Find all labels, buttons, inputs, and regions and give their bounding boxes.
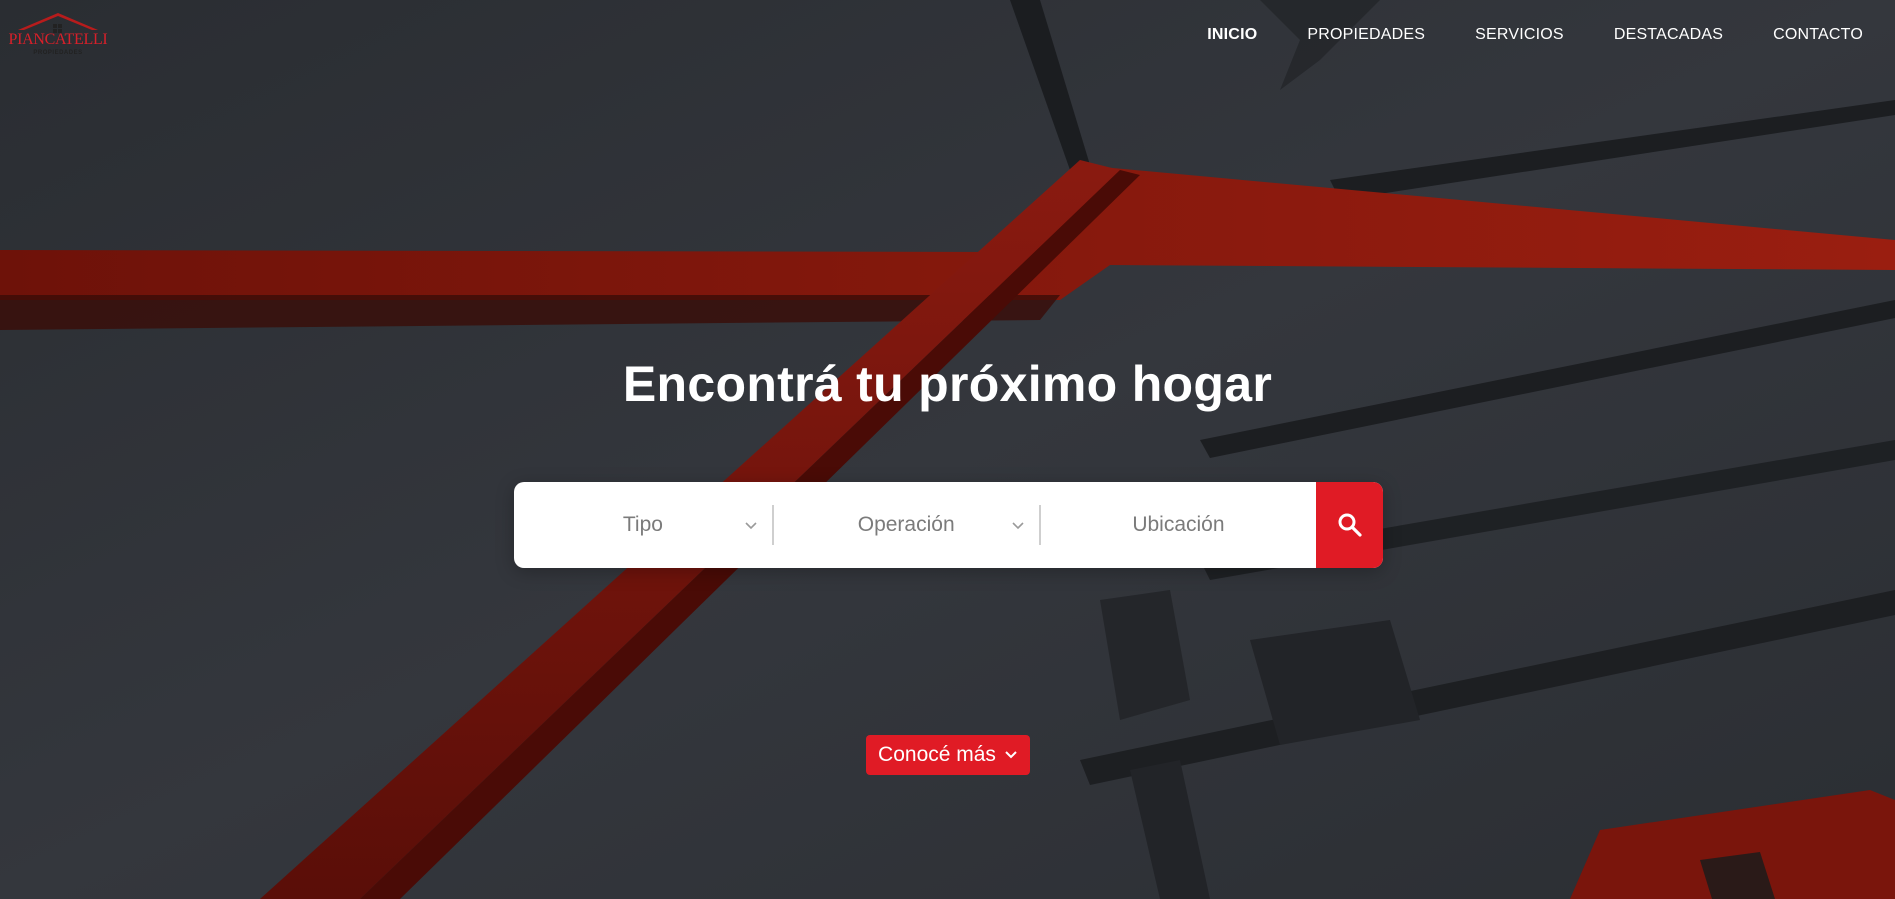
- nav-item-servicios[interactable]: SERVICIOS: [1475, 26, 1564, 44]
- nav-item-destacadas[interactable]: DESTACADAS: [1614, 26, 1723, 44]
- main-nav: INICIO PROPIEDADES SERVICIOS DESTACADAS …: [1157, 26, 1863, 44]
- operacion-select[interactable]: Operación: [774, 482, 1039, 568]
- page: PIANCATELLI PROPIEDADES INICIO PROPIEDAD…: [0, 0, 1895, 899]
- tipo-select[interactable]: Tipo: [514, 482, 772, 568]
- tipo-select-label: Tipo: [622, 513, 663, 536]
- brand-name: PIANCATELLI: [8, 31, 108, 48]
- chevron-down-icon: [745, 522, 757, 530]
- operacion-select-label: Operación: [857, 513, 955, 536]
- chevron-down-icon: [1012, 522, 1024, 530]
- hero-title: Encontrá tu próximo hogar: [622, 356, 1273, 412]
- conoce-mas-button[interactable]: Conocé más: [866, 735, 1030, 775]
- property-search-bar: Tipo Operación Ubicación: [514, 482, 1383, 568]
- nav-item-contacto[interactable]: CONTACTO: [1773, 26, 1863, 44]
- nav-item-inicio[interactable]: INICIO: [1207, 26, 1257, 44]
- nav-item-propiedades[interactable]: PROPIEDADES: [1307, 26, 1425, 44]
- search-icon: [1338, 513, 1362, 537]
- brand-logo[interactable]: PIANCATELLI PROPIEDADES: [8, 10, 108, 58]
- ubicacion-input[interactable]: Ubicación: [1041, 482, 1317, 568]
- brand-subtitle: PROPIEDADES: [33, 50, 83, 56]
- chevron-down-icon: [1005, 751, 1017, 759]
- ubicacion-placeholder: Ubicación: [1132, 513, 1225, 536]
- search-button[interactable]: [1316, 482, 1383, 568]
- conoce-mas-label: Conocé más: [878, 743, 996, 766]
